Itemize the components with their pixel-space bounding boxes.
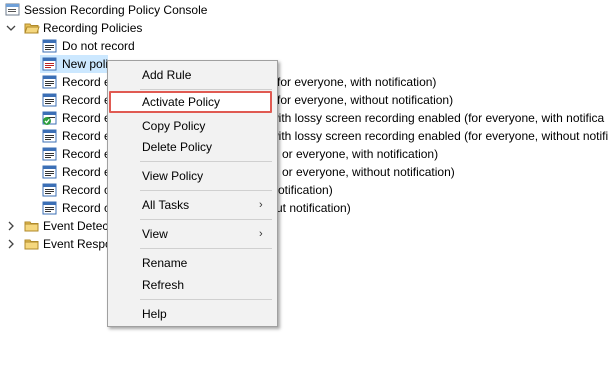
policy-label: Record e: [62, 147, 111, 161]
policy-label: Record e: [62, 129, 111, 143]
menu-item-rename[interactable]: Rename: [108, 253, 277, 273]
menu-separator: [140, 190, 272, 191]
policy-label-tail: or everyone, without notification): [282, 165, 455, 179]
policy-label-tail: with lossy screen recording enabled (for…: [270, 111, 605, 125]
policy-label: Record e: [62, 93, 111, 107]
policy-item[interactable]: Record e or everyone, without notificati…: [0, 163, 612, 181]
highlight-box: Activate Policy: [109, 91, 272, 113]
menu-separator: [140, 299, 272, 300]
policy-icon: [42, 129, 58, 143]
menu-separator: [140, 219, 272, 220]
menu-item-label: Rename: [142, 256, 188, 270]
tree-item-label: Event Detect: [43, 219, 112, 233]
chevron-right-icon[interactable]: [5, 235, 17, 253]
policy-icon: [42, 93, 58, 107]
menu-item-view-policy[interactable]: View Policy: [108, 166, 277, 186]
policy-icon: [42, 165, 58, 179]
policy-icon: [42, 183, 58, 197]
chevron-down-icon[interactable]: [5, 19, 17, 37]
folder-icon: [24, 237, 40, 251]
menu-item-label: All Tasks: [142, 198, 190, 212]
tree-root-label: Session Recording Policy Console: [24, 3, 208, 17]
policy-item[interactable]: Do not record: [0, 37, 300, 55]
chevron-right-icon[interactable]: [5, 217, 17, 235]
policy-active-icon: [42, 57, 58, 71]
policy-icon: [42, 75, 58, 89]
menu-item-label: Refresh: [142, 278, 185, 292]
tree-item-label: Event Respo: [43, 237, 112, 251]
console-icon: [5, 3, 21, 17]
policy-item-active[interactable]: Record e with lossy screen recording ena…: [0, 109, 612, 127]
menu-item-label: Copy Policy: [142, 119, 206, 133]
policy-label: Record c: [62, 183, 111, 197]
highlight-label: Activate Policy: [142, 95, 221, 109]
tree-item-label: Recording Policies: [43, 21, 143, 35]
menu-item-label: View Policy: [142, 169, 204, 183]
policy-label-tail: otification): [278, 183, 333, 197]
menu-item-label: Add Rule: [142, 68, 192, 82]
menu-separator: [140, 89, 272, 90]
menu-item-view[interactable]: View ›: [108, 224, 277, 244]
policy-item[interactable]: Record c ut notification): [0, 199, 612, 217]
policy-item-selected[interactable]: New poli: [40, 55, 108, 73]
policy-item[interactable]: Record c otification): [0, 181, 612, 199]
menu-item-copy-policy[interactable]: Copy Policy: [108, 116, 277, 136]
menu-item-help[interactable]: Help: [108, 304, 277, 324]
policy-icon: [42, 39, 58, 53]
menu-separator: [140, 161, 272, 162]
submenu-arrow-icon: ›: [259, 199, 263, 211]
menu-item-label: View: [142, 227, 168, 241]
folder-open-icon: [24, 21, 40, 35]
tree-item-recording-policies[interactable]: Recording Policies: [0, 19, 300, 37]
policy-label: Record e: [62, 75, 111, 89]
policy-label: Record e: [62, 165, 111, 179]
policy-label-tail: with lossy screen recording enabled (for…: [270, 129, 609, 143]
menu-item-label: Help: [142, 307, 167, 321]
policy-label: New poli: [62, 57, 109, 71]
policy-label-tail: or everyone, with notification): [282, 147, 439, 161]
active-policy-check-icon: [42, 111, 58, 125]
folder-icon: [24, 219, 40, 233]
policy-item[interactable]: Record e or everyone, with notification): [0, 145, 612, 163]
menu-item-all-tasks[interactable]: All Tasks ›: [108, 195, 277, 215]
submenu-arrow-icon: ›: [259, 228, 263, 240]
policy-label-tail: for everyone, without notification): [277, 93, 454, 107]
console-tree: Session Recording Policy Console Recordi…: [0, 0, 612, 382]
menu-item-label: Delete Policy: [142, 140, 213, 154]
policy-label-tail: ut notification): [276, 201, 351, 215]
menu-item-delete-policy[interactable]: Delete Policy: [108, 137, 277, 157]
menu-item-add-rule[interactable]: Add Rule: [108, 65, 277, 85]
policy-item[interactable]: Record e for everyone, without notificat…: [0, 91, 612, 109]
policy-item[interactable]: Record e for everyone, with notification…: [0, 73, 612, 91]
policy-icon: [42, 201, 58, 215]
policy-label: Record c: [62, 201, 111, 215]
menu-separator: [140, 248, 272, 249]
policy-item[interactable]: Record e with lossy screen recording ena…: [0, 127, 612, 145]
menu-item-refresh[interactable]: Refresh: [108, 275, 277, 295]
tree-root[interactable]: Session Recording Policy Console: [0, 1, 300, 19]
policy-label: Do not record: [62, 39, 135, 53]
policy-icon: [42, 147, 58, 161]
policy-label: Record e: [62, 111, 111, 125]
policy-label-tail: for everyone, with notification): [277, 75, 437, 89]
